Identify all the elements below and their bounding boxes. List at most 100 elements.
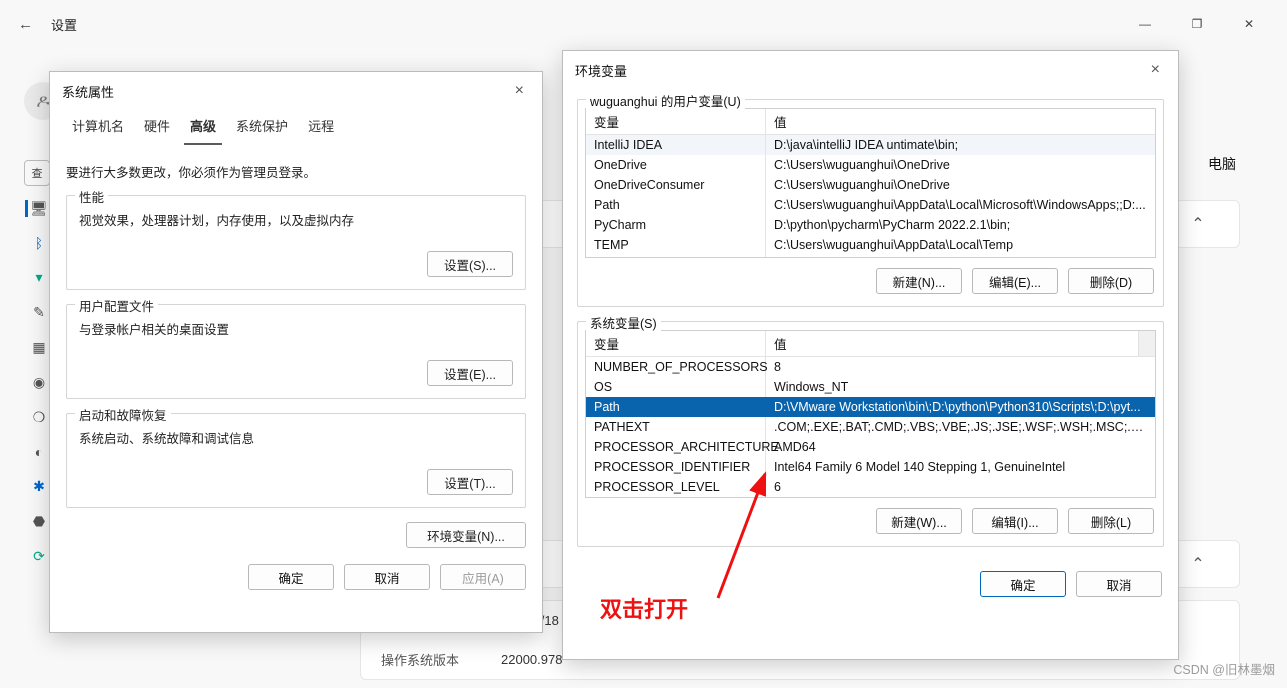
ok-button[interactable]: 确定 bbox=[980, 571, 1066, 597]
var-value: C:\Users\wuguanghui\OneDrive bbox=[766, 155, 1155, 175]
performance-settings-button[interactable]: 设置(S)... bbox=[427, 251, 513, 277]
var-value: 8 bbox=[766, 357, 1155, 377]
user-delete-button[interactable]: 删除(D) bbox=[1068, 268, 1154, 294]
var-value: C:\Users\wuguanghui\AppData\Local\Temp bbox=[766, 235, 1155, 255]
system-icon[interactable]: 🖥 bbox=[25, 200, 43, 217]
startup-desc: 系统启动、系统故障和调试信息 bbox=[79, 422, 513, 461]
var-value: .COM;.EXE;.BAT;.CMD;.VBS;.VBE;.JS;.JSE;.… bbox=[766, 417, 1155, 437]
tab-remote[interactable]: 远程 bbox=[302, 110, 340, 145]
var-value: Windows_NT bbox=[766, 377, 1155, 397]
col-name-header[interactable]: 变量 bbox=[586, 109, 766, 134]
minimize-icon[interactable]: — bbox=[1129, 11, 1161, 37]
profile-settings-button[interactable]: 设置(E)... bbox=[427, 360, 513, 386]
table-row[interactable]: PathD:\VMware Workstation\bin\;D:\python… bbox=[586, 397, 1155, 417]
ok-button[interactable]: 确定 bbox=[248, 564, 334, 590]
accounts-icon[interactable]: ◉ bbox=[30, 374, 48, 391]
annotation-text: 双击打开 bbox=[600, 592, 688, 624]
var-value: D:\VMware Workstation\bin\;D:\python\Pyt… bbox=[766, 397, 1155, 417]
env-vars-dialog: 环境变量 × wuguanghui 的用户变量(U) 变量 值 IntelliJ… bbox=[562, 50, 1179, 660]
personalize-icon[interactable]: ✎ bbox=[30, 304, 48, 321]
sys-new-button[interactable]: 新建(W)... bbox=[876, 508, 962, 534]
var-value: C:\Users\wuguanghui\AppData\Local\Temp bbox=[766, 255, 1155, 258]
col-value-header[interactable]: 值 bbox=[766, 331, 1138, 356]
update-icon[interactable]: ⟳ bbox=[30, 548, 48, 565]
tab-hardware[interactable]: 硬件 bbox=[138, 110, 176, 145]
apps-icon[interactable]: ▦ bbox=[30, 339, 48, 356]
var-name: Path bbox=[586, 195, 766, 215]
tabs: 计算机名 硬件 高级 系统保护 远程 bbox=[50, 110, 542, 146]
table-row[interactable]: OneDriveC:\Users\wuguanghui\OneDrive bbox=[586, 155, 1155, 175]
table-row[interactable]: OneDriveConsumerC:\Users\wuguanghui\OneD… bbox=[586, 175, 1155, 195]
var-name: PROCESSOR_ARCHITECTURE bbox=[586, 437, 766, 457]
watermark: CSDN @旧林墨烟 bbox=[1173, 659, 1275, 678]
table-row[interactable]: TEMPC:\Users\wuguanghui\AppData\Local\Te… bbox=[586, 235, 1155, 255]
bluetooth-icon[interactable]: ᛒ bbox=[30, 235, 48, 251]
var-name: PATHEXT bbox=[586, 417, 766, 437]
table-row[interactable]: PyCharmD:\python\pycharm\PyCharm 2022.2.… bbox=[586, 215, 1155, 235]
table-row[interactable]: PathC:\Users\wuguanghui\AppData\Local\Mi… bbox=[586, 195, 1155, 215]
var-name: IntelliJ IDEA bbox=[586, 135, 766, 155]
pc-label: 电脑 bbox=[1208, 154, 1236, 174]
table-row[interactable]: PROCESSOR_ARCHITECTUREAMD64 bbox=[586, 437, 1155, 457]
titlebar: ← 设置 — ❐ ✕ bbox=[0, 0, 1287, 48]
table-row[interactable]: PROCESSOR_REVISION8c01 bbox=[586, 497, 1155, 498]
sys-delete-button[interactable]: 删除(L) bbox=[1068, 508, 1154, 534]
system-properties-dialog: 系统属性 × 计算机名 硬件 高级 系统保护 远程 要进行大多数更改，你必须作为… bbox=[49, 71, 543, 633]
group-legend: 启动和故障恢复 bbox=[75, 405, 171, 424]
cancel-button[interactable]: 取消 bbox=[344, 564, 430, 590]
profile-group: 用户配置文件 与登录帐户相关的桌面设置 设置(E)... bbox=[66, 304, 526, 399]
performance-desc: 视觉效果，处理器计划，内存使用，以及虚拟内存 bbox=[79, 204, 513, 243]
apply-button[interactable]: 应用(A) bbox=[440, 564, 526, 590]
var-name: PROCESSOR_LEVEL bbox=[586, 477, 766, 497]
var-value: AMD64 bbox=[766, 437, 1155, 457]
user-vars-table[interactable]: 变量 值 IntelliJ IDEAD:\java\intelliJ IDEA … bbox=[585, 108, 1156, 258]
gaming-icon[interactable]: ◐ bbox=[30, 444, 48, 460]
user-edit-button[interactable]: 编辑(E)... bbox=[972, 268, 1058, 294]
time-icon[interactable]: ❍ bbox=[30, 409, 48, 426]
table-row[interactable]: NUMBER_OF_PROCESSORS8 bbox=[586, 357, 1155, 377]
table-row[interactable]: OSWindows_NT bbox=[586, 377, 1155, 397]
tab-advanced[interactable]: 高级 bbox=[184, 110, 222, 145]
cancel-button[interactable]: 取消 bbox=[1076, 571, 1162, 597]
close-icon[interactable]: ✕ bbox=[1233, 11, 1265, 37]
group-legend: 用户配置文件 bbox=[75, 296, 158, 315]
tab-computername[interactable]: 计算机名 bbox=[66, 110, 130, 145]
os-ver-val: 22000.978 bbox=[501, 652, 562, 667]
system-vars-table[interactable]: 变量 值 NUMBER_OF_PROCESSORS8OSWindows_NTPa… bbox=[585, 330, 1156, 498]
var-name: TEMP bbox=[586, 235, 766, 255]
system-vars-panel: 系统变量(S) 变量 值 NUMBER_OF_PROCESSORS8OSWind… bbox=[577, 321, 1164, 547]
var-name: PROCESSOR_REVISION bbox=[586, 497, 766, 498]
privacy-icon[interactable]: ⬣ bbox=[30, 513, 48, 530]
var-name: PyCharm bbox=[586, 215, 766, 235]
table-row[interactable]: IntelliJ IDEAD:\java\intelliJ IDEA untim… bbox=[586, 135, 1155, 155]
sys-edit-button[interactable]: 编辑(I)... bbox=[972, 508, 1058, 534]
var-value: D:\java\intelliJ IDEA untimate\bin; bbox=[766, 135, 1155, 155]
var-value: C:\Users\wuguanghui\AppData\Local\Micros… bbox=[766, 195, 1155, 215]
var-name: Path bbox=[586, 397, 766, 417]
scrollbar[interactable] bbox=[1138, 331, 1155, 356]
user-new-button[interactable]: 新建(N)... bbox=[876, 268, 962, 294]
col-value-header[interactable]: 值 bbox=[766, 109, 1155, 134]
network-icon[interactable]: ▾ bbox=[30, 269, 48, 286]
close-icon[interactable]: × bbox=[509, 80, 530, 102]
table-row[interactable]: PATHEXT.COM;.EXE;.BAT;.CMD;.VBS;.VBE;.JS… bbox=[586, 417, 1155, 437]
close-icon[interactable]: × bbox=[1145, 59, 1166, 81]
var-name: TMP bbox=[586, 255, 766, 258]
table-row[interactable]: TMPC:\Users\wuguanghui\AppData\Local\Tem… bbox=[586, 255, 1155, 258]
table-row[interactable]: PROCESSOR_IDENTIFIERIntel64 Family 6 Mod… bbox=[586, 457, 1155, 477]
env-vars-button[interactable]: 环境变量(N)... bbox=[406, 522, 526, 548]
maximize-icon[interactable]: ❐ bbox=[1181, 11, 1213, 37]
startup-settings-button[interactable]: 设置(T)... bbox=[427, 469, 513, 495]
col-name-header[interactable]: 变量 bbox=[586, 331, 766, 356]
accessibility-icon[interactable]: ✱ bbox=[30, 478, 48, 495]
tab-protect[interactable]: 系统保护 bbox=[230, 110, 294, 145]
var-name: OneDriveConsumer bbox=[586, 175, 766, 195]
table-row[interactable]: PROCESSOR_LEVEL6 bbox=[586, 477, 1155, 497]
var-name: PROCESSOR_IDENTIFIER bbox=[586, 457, 766, 477]
os-ver-key: 操作系统版本 bbox=[381, 650, 501, 669]
admin-hint: 要进行大多数更改，你必须作为管理员登录。 bbox=[66, 152, 526, 185]
panel-legend: 系统变量(S) bbox=[586, 313, 661, 332]
panel-legend: wuguanghui 的用户变量(U) bbox=[586, 91, 745, 110]
dialog-title: 系统属性 bbox=[62, 82, 114, 101]
back-icon[interactable]: ← bbox=[8, 10, 43, 39]
